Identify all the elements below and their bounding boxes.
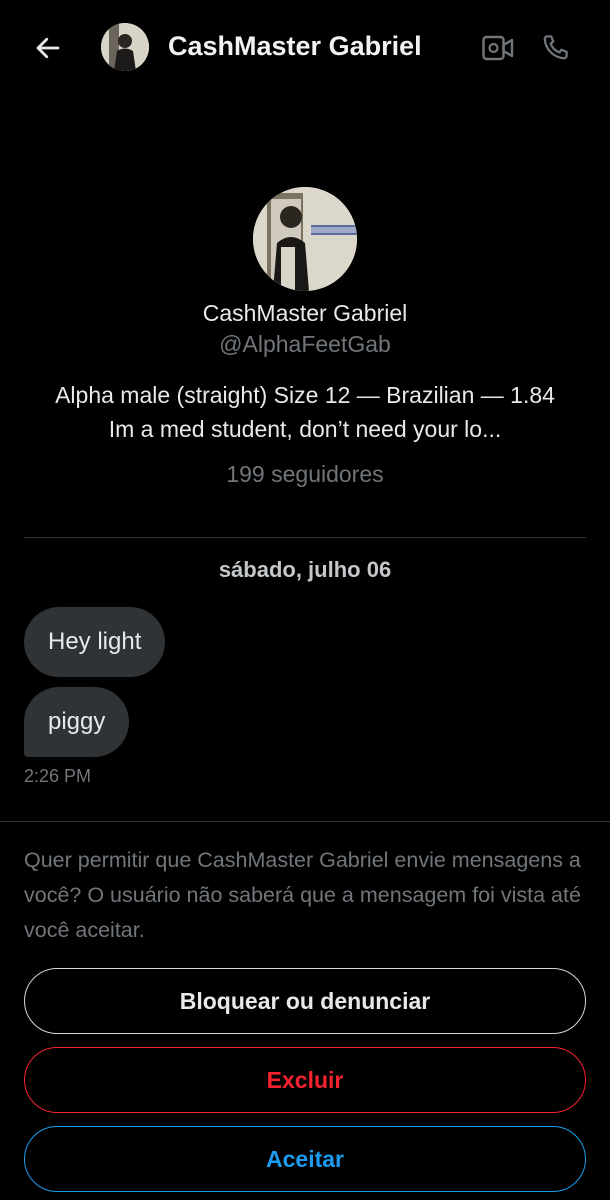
date-separator: sábado, julho 06 — [218, 557, 392, 582]
message-bubble[interactable]: Hey light — [24, 607, 166, 677]
divider — [24, 537, 586, 538]
header-avatar[interactable] — [101, 23, 149, 71]
message-request-notice: Quer permitir que CashMaster Gabriel env… — [24, 848, 581, 942]
voice-call-button[interactable] — [537, 28, 575, 66]
accept-button[interactable]: Aceitar — [24, 1126, 586, 1192]
block-report-button[interactable]: Bloquear ou denunciar — [24, 968, 586, 1034]
arrow-left-icon — [36, 37, 60, 59]
back-button[interactable] — [28, 28, 68, 68]
divider — [0, 821, 610, 822]
message-text: Hey light — [48, 628, 142, 655]
message-timestamp: 2:26 PM — [24, 766, 92, 786]
delete-button[interactable]: Excluir — [24, 1047, 586, 1113]
video-camera-icon — [482, 35, 514, 61]
video-call-button[interactable] — [479, 30, 517, 66]
conversation-header: CashMaster Gabriel — [0, 0, 610, 96]
followers-count: 199 seguidores — [226, 461, 384, 487]
profile-avatar[interactable] — [253, 187, 357, 291]
profile-bio: Alpha male (straight) Size 12 — Brazilia… — [55, 382, 555, 442]
header-title[interactable]: CashMaster Gabriel — [168, 31, 422, 62]
phone-icon — [543, 35, 568, 60]
message-bubble[interactable]: piggy — [24, 687, 130, 757]
message-text: piggy — [48, 708, 106, 735]
avatar-image — [101, 23, 149, 71]
profile-handle: @AlphaFeetGab — [219, 331, 391, 357]
profile-name[interactable]: CashMaster Gabriel — [0, 300, 610, 327]
profile-photo — [253, 187, 357, 291]
